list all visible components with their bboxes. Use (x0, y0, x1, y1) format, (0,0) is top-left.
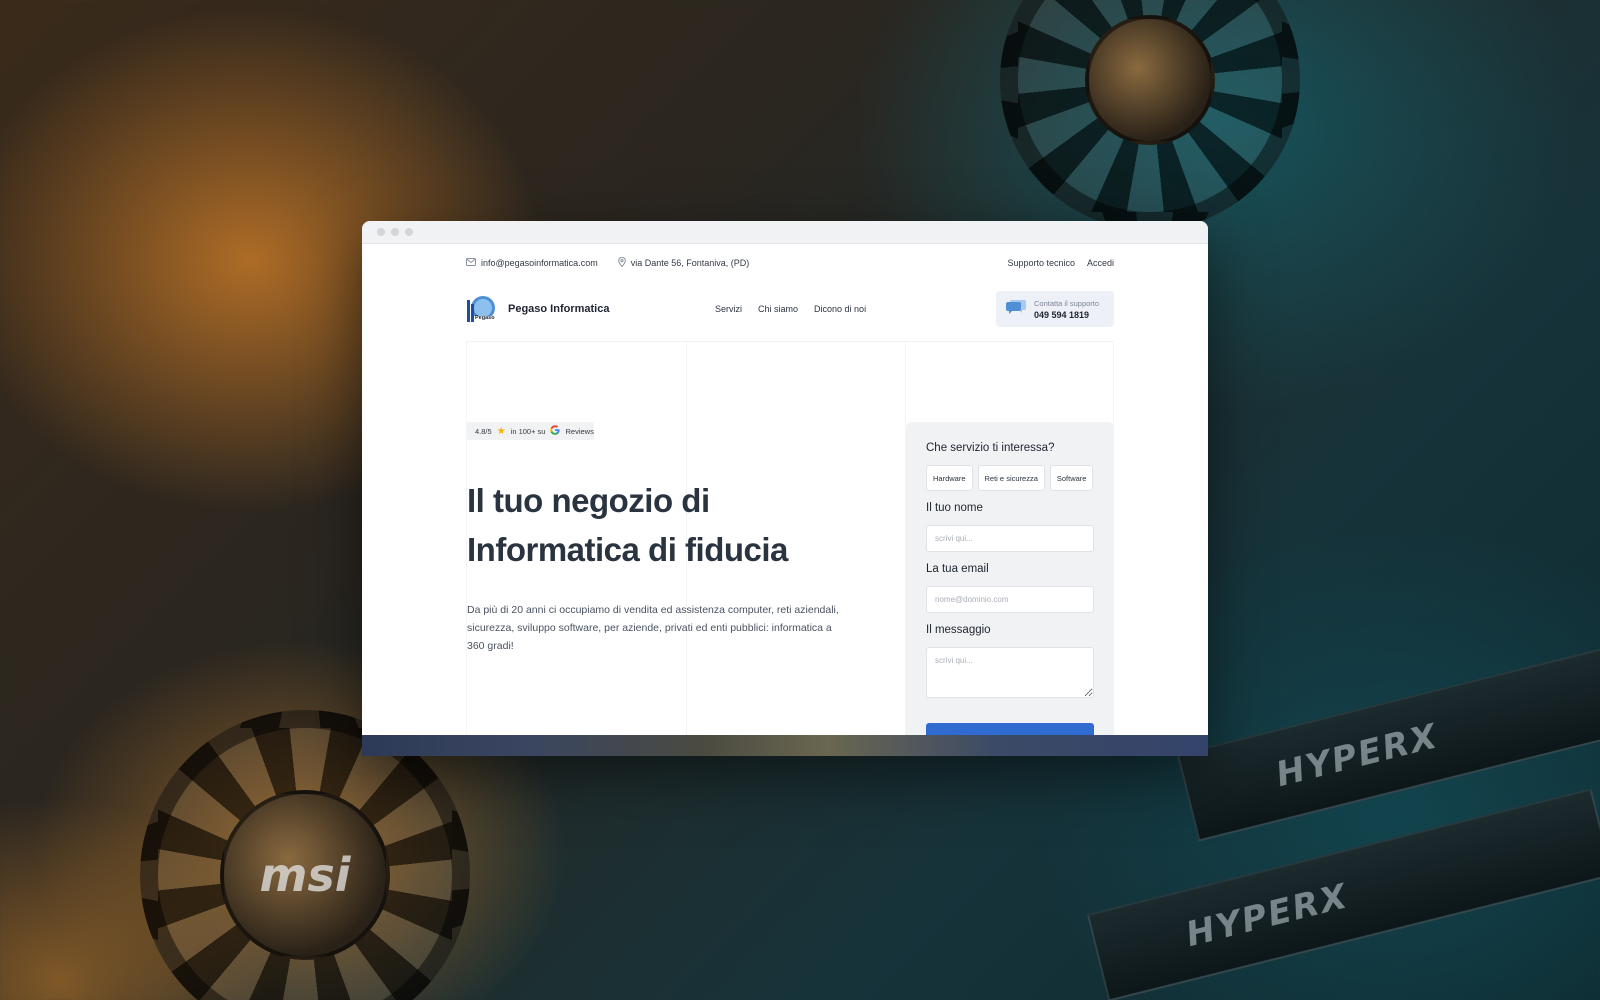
service-chip-hardware[interactable]: Hardware (926, 465, 973, 491)
service-chip-software[interactable]: Software (1049, 465, 1094, 491)
contact-email[interactable]: info@pegasoinformatica.com (466, 258, 598, 268)
service-chip-reti-e-sicurezza[interactable]: Reti e sicurezza (977, 465, 1045, 491)
mail-icon (466, 258, 476, 268)
email-text: info@pegasoinformatica.com (481, 258, 598, 268)
support-label: Contatta il supporto (1034, 298, 1100, 308)
window-close-dot[interactable] (377, 228, 385, 236)
page: info@pegasoinformatica.com via Dante 56,… (362, 244, 1208, 756)
brand-name[interactable]: Pegaso Informatica (508, 303, 673, 315)
window-maximize-dot[interactable] (405, 228, 413, 236)
chat-bubble-icon (1006, 298, 1026, 320)
top-info-bar: info@pegasoinformatica.com via Dante 56,… (466, 254, 1114, 272)
background-ram-2: HYPERX (1086, 788, 1600, 1000)
menu-item-servizi[interactable]: Servizi (715, 304, 742, 314)
browser-titlebar (362, 221, 1208, 244)
contact-address[interactable]: via Dante 56, Fontaniva, (PD) (617, 256, 750, 269)
service-question: Che servizio ti interessa? (926, 442, 1055, 454)
hero-headline: Il tuo negozio di Informatica di fiducia (467, 482, 788, 568)
window-minimize-dot[interactable] (391, 228, 399, 236)
contact-form: Che servizio ti interessa? Hardware Reti… (906, 422, 1114, 756)
reviews-label: Reviews (565, 426, 594, 436)
support-contact-box[interactable]: Contatta il supporto 049 594 1819 (996, 291, 1114, 327)
next-section-image-strip (362, 735, 1208, 756)
main-navbar: Pegaso Pegaso Informatica Servizi Chi si… (466, 291, 1114, 327)
menu-item-chi-siamo[interactable]: Chi siamo (758, 304, 798, 314)
background-fan-top (1000, 0, 1300, 230)
name-input[interactable] (926, 525, 1094, 552)
location-pin-icon (617, 256, 626, 269)
rating-badge[interactable]: 4.8/5 ★ in 100+ su Reviews (467, 422, 594, 440)
support-phone[interactable]: 049 594 1819 (1034, 310, 1099, 320)
fan-brand-logo: msi (220, 790, 390, 960)
email-input[interactable] (926, 586, 1094, 613)
message-label: Il messaggio (926, 624, 991, 636)
email-label: La tua email (926, 563, 989, 575)
address-text: via Dante 56, Fontaniva, (PD) (630, 258, 750, 268)
star-icon: ★ (496, 425, 506, 437)
rating-text: in 100+ su (510, 426, 546, 436)
support-link[interactable]: Supporto tecnico (1007, 258, 1075, 268)
main-menu: Servizi Chi siamo Dicono di noi (715, 304, 866, 314)
name-label: Il tuo nome (926, 502, 983, 514)
menu-item-dicono-di-noi[interactable]: Dicono di noi (814, 304, 866, 314)
hero-description: Da più di 20 anni ci occupiamo di vendit… (467, 604, 839, 652)
google-icon (550, 425, 561, 437)
message-textarea[interactable] (926, 647, 1094, 698)
hero-section: 4.8/5 ★ in 100+ su Reviews Il tuo negozi… (466, 341, 1114, 756)
pegaso-logo[interactable]: Pegaso (466, 294, 496, 324)
browser-window: info@pegasoinformatica.com via Dante 56,… (362, 221, 1208, 756)
rating-value: 4.8/5 (475, 426, 492, 436)
login-link[interactable]: Accedi (1087, 258, 1114, 268)
service-options: Hardware Reti e sicurezza Software (926, 465, 1094, 491)
logo-text: Pegaso (475, 315, 495, 321)
